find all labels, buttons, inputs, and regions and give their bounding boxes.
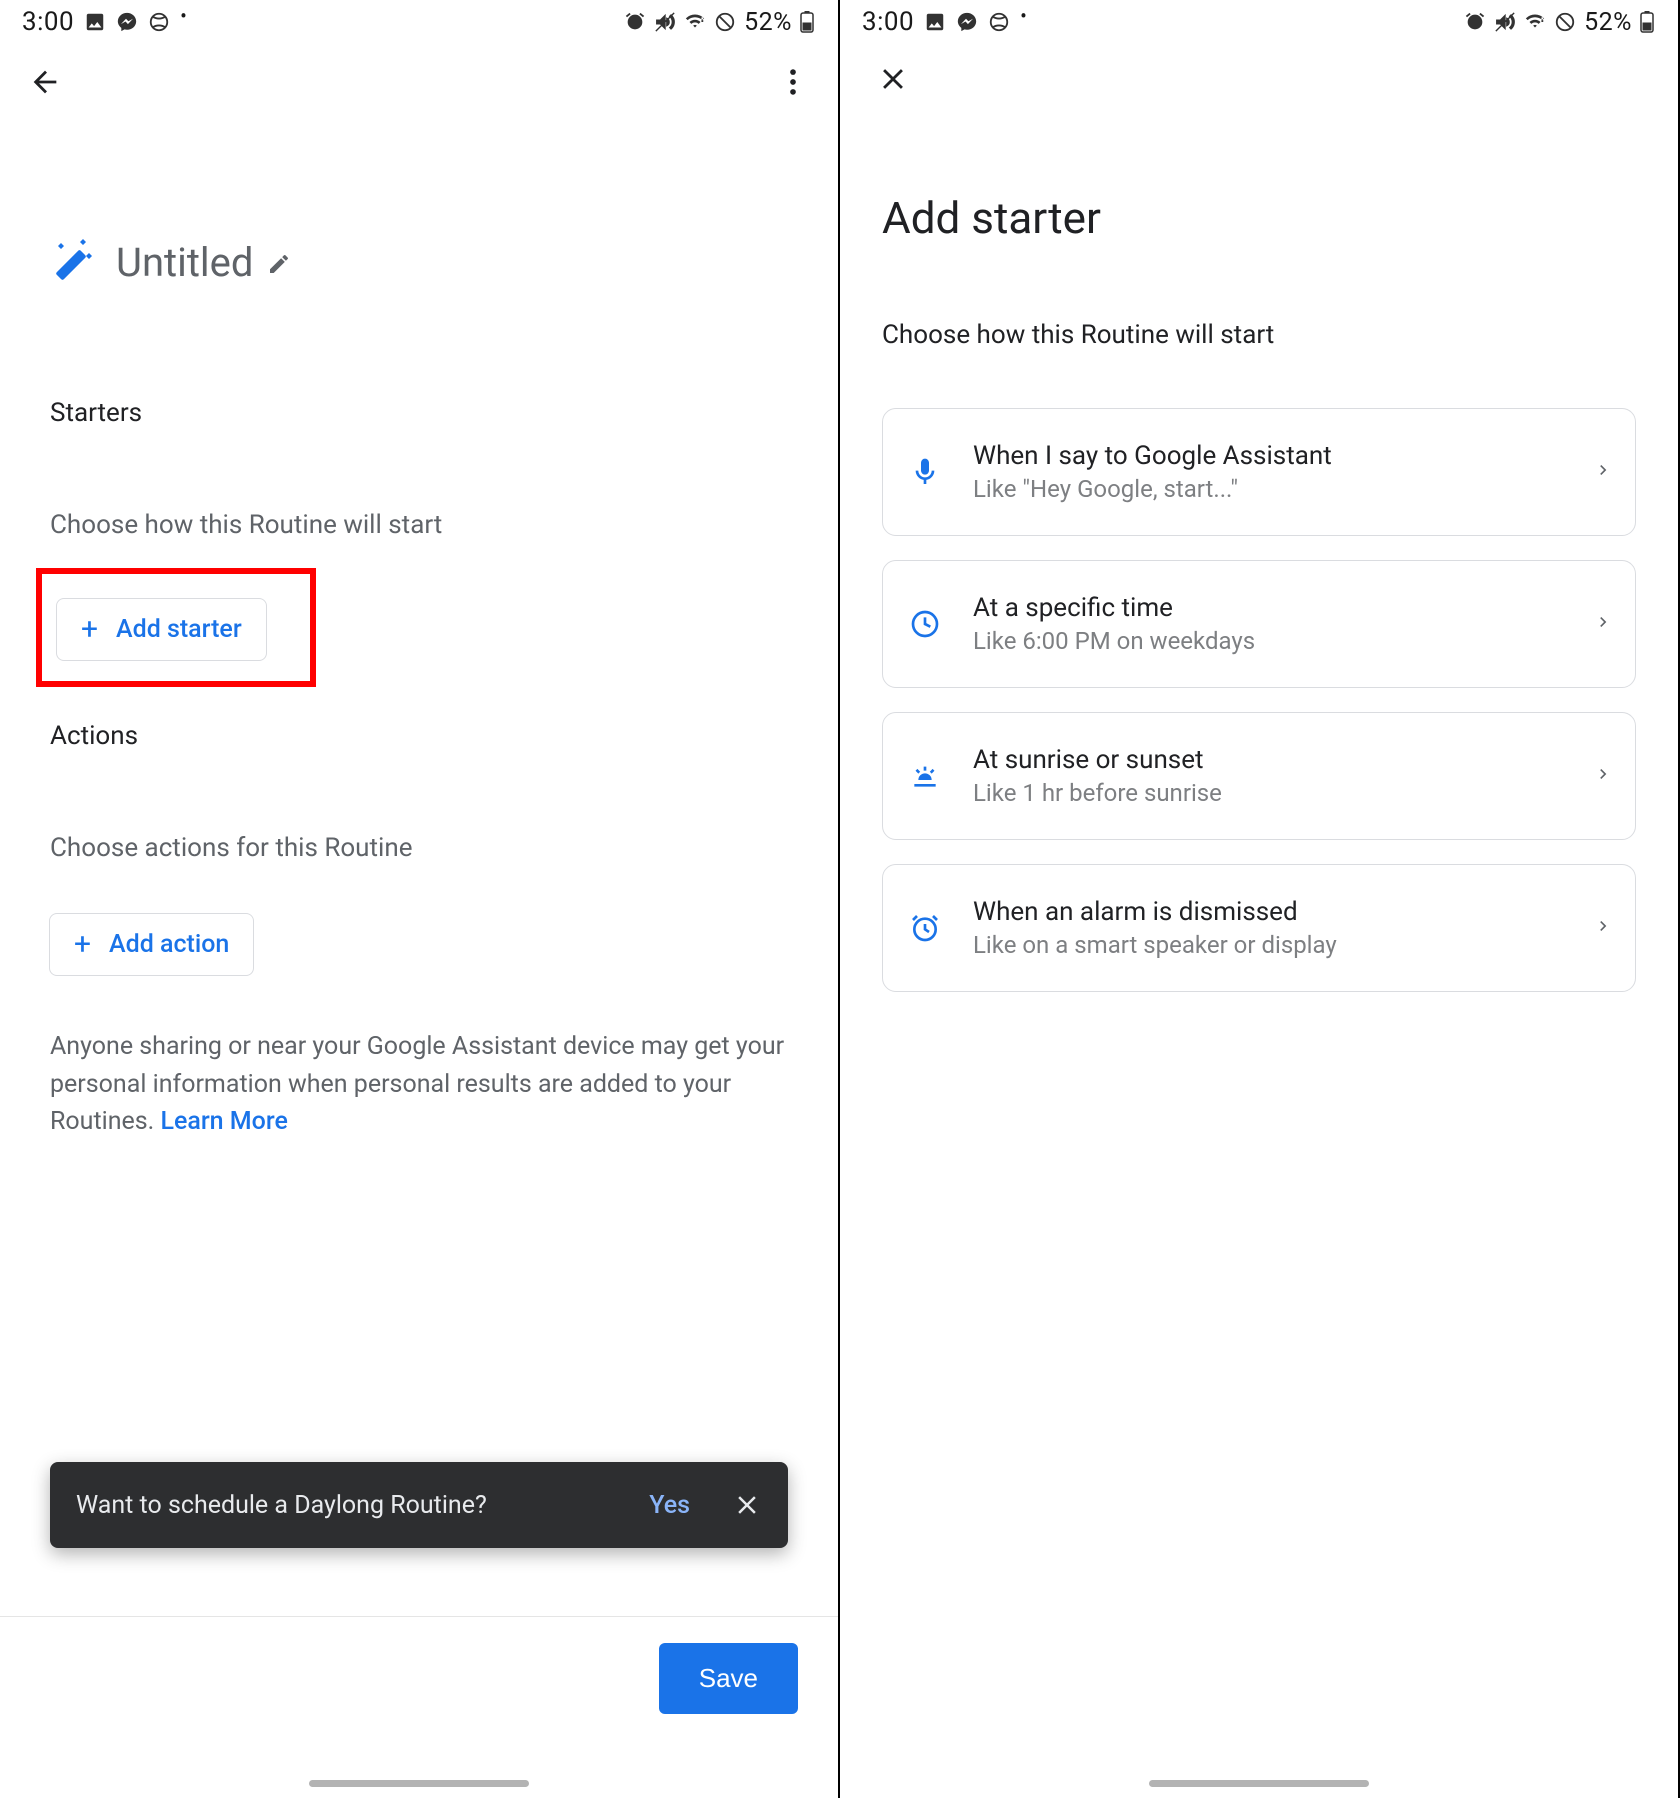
mic-icon (905, 456, 945, 488)
battery-percent: 52% (744, 8, 792, 37)
page-subtitle: Choose how this Routine will start (882, 320, 1636, 350)
chevron-right-icon (1593, 916, 1613, 940)
battery-icon (1640, 11, 1654, 33)
alarm-clock-icon (905, 912, 945, 944)
status-time: 3:00 (22, 7, 74, 37)
daylong-routine-toast: Want to schedule a Daylong Routine? Yes (50, 1462, 788, 1548)
gallery-icon (924, 11, 946, 33)
toast-text: Want to schedule a Daylong Routine? (76, 1491, 487, 1520)
page-title: Add starter (882, 192, 1636, 244)
messenger-icon (956, 11, 978, 33)
add-action-label: Add action (109, 930, 229, 959)
alarm-icon (1464, 11, 1486, 33)
routine-title-text: Untitled (116, 239, 253, 286)
chevron-right-icon (1593, 612, 1613, 636)
battery-icon (800, 11, 814, 33)
option-subtitle: Like on a smart speaker or display (973, 931, 1565, 959)
app-header (0, 44, 838, 120)
notification-dot: • (1020, 4, 1027, 28)
add-starter-label: Add starter (116, 615, 242, 644)
bottom-bar: Save (0, 1616, 838, 1798)
vibrate-icon (654, 11, 676, 33)
option-subtitle: Like 6:00 PM on weekdays (973, 627, 1565, 655)
pencil-icon[interactable] (267, 239, 291, 286)
save-button[interactable]: Save (659, 1643, 798, 1714)
starters-section-label: Starters (50, 398, 788, 428)
option-voice[interactable]: When I say to Google Assistant Like "Hey… (882, 408, 1636, 536)
chevron-right-icon (1593, 764, 1613, 788)
actions-section-label: Actions (50, 721, 788, 751)
disclaimer-text: Anyone sharing or near your Google Assis… (50, 1028, 788, 1141)
dnd-icon (714, 11, 736, 33)
close-icon[interactable] (732, 1490, 762, 1520)
routine-title[interactable]: Untitled (116, 239, 291, 286)
option-title: At sunrise or sunset (973, 745, 1565, 775)
messenger-icon (116, 11, 138, 33)
app-header (840, 44, 1678, 114)
option-alarm[interactable]: When an alarm is dismissed Like on a sma… (882, 864, 1636, 992)
gallery-icon (84, 11, 106, 33)
status-bar: 3:00 • 52% (0, 0, 838, 44)
option-subtitle: Like "Hey Google, start..." (973, 475, 1565, 503)
add-starter-highlight: + Add starter (36, 568, 316, 687)
gesture-bar (1149, 1780, 1369, 1787)
status-bar: 3:00 • 52% (840, 0, 1678, 44)
gesture-bar (309, 1780, 529, 1787)
battery-percent: 52% (1584, 8, 1632, 37)
option-title: At a specific time (973, 593, 1565, 623)
add-starter-button[interactable]: + Add starter (56, 598, 267, 661)
back-icon[interactable] (28, 65, 62, 99)
notification-dot: • (180, 4, 187, 28)
wand-icon (50, 236, 98, 288)
add-action-button[interactable]: + Add action (49, 913, 254, 976)
toast-yes-button[interactable]: Yes (649, 1491, 690, 1520)
sunrise-icon (905, 760, 945, 792)
clock-icon (905, 608, 945, 640)
learn-more-link[interactable]: Learn More (160, 1107, 287, 1136)
routine-title-row: Untitled (50, 236, 788, 288)
close-icon[interactable] (876, 62, 910, 96)
actions-description: Choose actions for this Routine (50, 833, 788, 863)
wifi-icon (684, 11, 706, 33)
starters-description: Choose how this Routine will start (50, 510, 788, 540)
more-icon[interactable] (776, 65, 810, 99)
starter-options-list: When I say to Google Assistant Like "Hey… (882, 408, 1636, 992)
alarm-icon (624, 11, 646, 33)
option-time[interactable]: At a specific time Like 6:00 PM on weekd… (882, 560, 1636, 688)
option-sun[interactable]: At sunrise or sunset Like 1 hr before su… (882, 712, 1636, 840)
wifi-icon (1524, 11, 1546, 33)
status-time: 3:00 (862, 7, 914, 37)
chevron-right-icon (1593, 460, 1613, 484)
vibrate-icon (1494, 11, 1516, 33)
dnd-icon (1554, 11, 1576, 33)
sports-icon (988, 11, 1010, 33)
option-subtitle: Like 1 hr before sunrise (973, 779, 1565, 807)
option-title: When I say to Google Assistant (973, 441, 1565, 471)
sports-icon (148, 11, 170, 33)
option-title: When an alarm is dismissed (973, 897, 1565, 927)
